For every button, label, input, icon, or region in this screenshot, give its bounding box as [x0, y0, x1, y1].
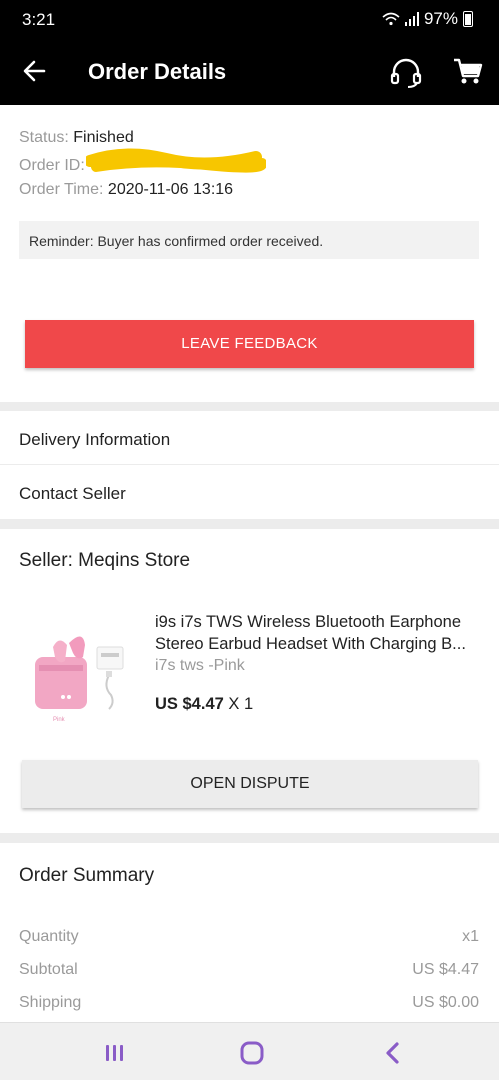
summary-label: Shipping	[19, 994, 82, 1011]
product-name[interactable]: i9s i7s TWS Wireless Bluetooth Earphone …	[155, 611, 479, 655]
summary-value: US $0.00	[412, 994, 479, 1011]
status-label: Status:	[19, 129, 69, 146]
system-nav-bar	[0, 1022, 499, 1080]
summary-value: US $4.47	[412, 961, 479, 978]
order-time-label: Order Time:	[19, 181, 104, 198]
battery-icon	[463, 11, 473, 27]
order-summary-card: Order Summary Quantity x1 Subtotal US $4…	[0, 843, 499, 1023]
status-icons: 97%	[382, 9, 473, 29]
product-image[interactable]: Pink	[25, 617, 135, 727]
product-price: US $4.47	[155, 695, 224, 713]
open-dispute-button[interactable]: OPEN DISPUTE	[22, 760, 478, 808]
wifi-icon	[382, 12, 400, 26]
page-title: Order Details	[88, 59, 227, 84]
cart-icon[interactable]	[452, 55, 484, 87]
arrow-left-icon[interactable]	[20, 56, 50, 86]
product-name-line: i9s i7s TWS Wireless Bluetooth Earphone	[155, 613, 461, 631]
order-id: Order ID:	[19, 157, 85, 175]
reminder-banner: Reminder: Buyer has confirmed order rece…	[19, 221, 479, 259]
status-bar: 3:21 97%	[0, 0, 499, 40]
headset-icon[interactable]	[388, 55, 424, 91]
order-id-label: Order ID:	[19, 157, 85, 174]
leave-feedback-button[interactable]: LEAVE FEEDBACK	[25, 320, 474, 368]
summary-value: x1	[462, 928, 479, 945]
summary-row-quantity: Quantity x1	[19, 928, 479, 946]
seller-card: Seller: Meqins Store Pink i9s i7s TWS Wi…	[0, 529, 499, 833]
product-name-line: Stereo Earbud Headset With Charging B...	[155, 635, 466, 653]
summary-label: Subtotal	[19, 961, 78, 978]
product-variant: i7s tws -Pink	[155, 657, 245, 674]
summary-row-subtotal: Subtotal US $4.47	[19, 961, 479, 979]
delivery-information-link[interactable]: Delivery Information	[0, 411, 499, 465]
product-image-label: Pink	[53, 717, 66, 723]
app-bar: Order Details	[0, 40, 499, 105]
order-summary-title: Order Summary	[19, 865, 155, 886]
summary-label: Quantity	[19, 928, 79, 945]
order-links-card: Delivery Information Contact Seller	[0, 411, 499, 519]
status-value: Finished	[73, 129, 134, 146]
product-price-row: US $4.47 X 1	[155, 695, 253, 714]
battery-percent: 97%	[423, 9, 458, 28]
signal-icon	[404, 12, 419, 26]
contact-seller-link[interactable]: Contact Seller	[0, 465, 499, 519]
order-time-value: 2020-11-06 13:16	[107, 181, 234, 198]
clock: 3:21	[22, 10, 56, 29]
home-icon[interactable]	[238, 1041, 266, 1065]
seller-title[interactable]: Seller: Meqins Store	[19, 550, 190, 572]
order-time: Order Time: 2020-11-06 13:16	[19, 181, 233, 199]
back-nav-icon[interactable]	[378, 1041, 406, 1065]
product-quantity: X 1	[228, 695, 254, 713]
recent-apps-icon[interactable]	[101, 1041, 129, 1065]
summary-row-shipping: Shipping US $0.00	[19, 994, 479, 1012]
redaction-scribble	[86, 148, 266, 173]
